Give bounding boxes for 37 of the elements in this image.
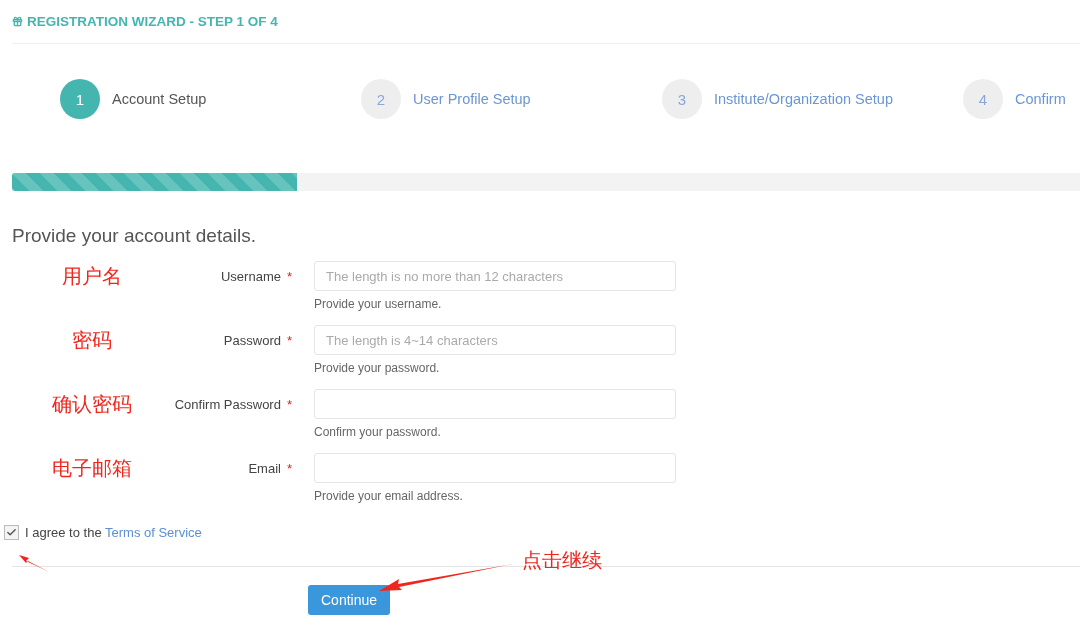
field-label: Password: [223, 332, 281, 348]
step-number[interactable]: 1: [60, 79, 100, 119]
input-field[interactable]: The length is no more than 12 characters: [314, 261, 676, 291]
input-field[interactable]: [314, 389, 676, 419]
field-label: Username: [220, 268, 281, 284]
annotation-text: 电子邮箱: [52, 456, 132, 481]
input-field[interactable]: The length is 4~14 characters: [314, 325, 676, 355]
agree-text: I agree to the Terms of Service: [25, 525, 202, 540]
required-mark: *: [286, 268, 292, 284]
form-heading: Provide your account details.: [12, 225, 257, 247]
field-label: Email: [248, 460, 281, 476]
step-number[interactable]: 4: [963, 79, 1003, 119]
terms-link[interactable]: Terms of Service: [105, 525, 202, 540]
step-number[interactable]: 2: [361, 79, 401, 119]
required-mark: *: [286, 396, 292, 412]
step-label: Confirm: [1015, 91, 1066, 107]
field-label: Confirm Password: [174, 396, 281, 412]
help-text: Provide your email address.: [314, 489, 464, 503]
annotation-text: 密码: [72, 328, 112, 353]
required-mark: *: [286, 460, 292, 476]
checkbox[interactable]: [4, 525, 19, 540]
step-label: User Profile Setup: [413, 91, 531, 107]
wizard-title: REGISTRATION WIZARD - STEP 1 OF 4: [27, 14, 278, 29]
help-text: Provide your password.: [314, 361, 441, 375]
step-label: Institute/Organization Setup: [714, 91, 893, 107]
annotation-text: 点击继续: [522, 548, 602, 573]
input-field[interactable]: [314, 453, 676, 483]
continue-button[interactable]: Continue: [308, 585, 391, 615]
step-number[interactable]: 3: [662, 79, 702, 119]
help-text: Provide your username.: [314, 297, 443, 311]
step-label: Account Setup: [112, 91, 207, 107]
required-mark: *: [286, 332, 292, 348]
help-text: Confirm your password.: [314, 425, 442, 439]
gift-icon: [12, 16, 23, 27]
check-icon: [6, 527, 17, 538]
annotation-text: 用户名: [62, 264, 122, 289]
annotation-text: 确认密码: [52, 392, 132, 417]
